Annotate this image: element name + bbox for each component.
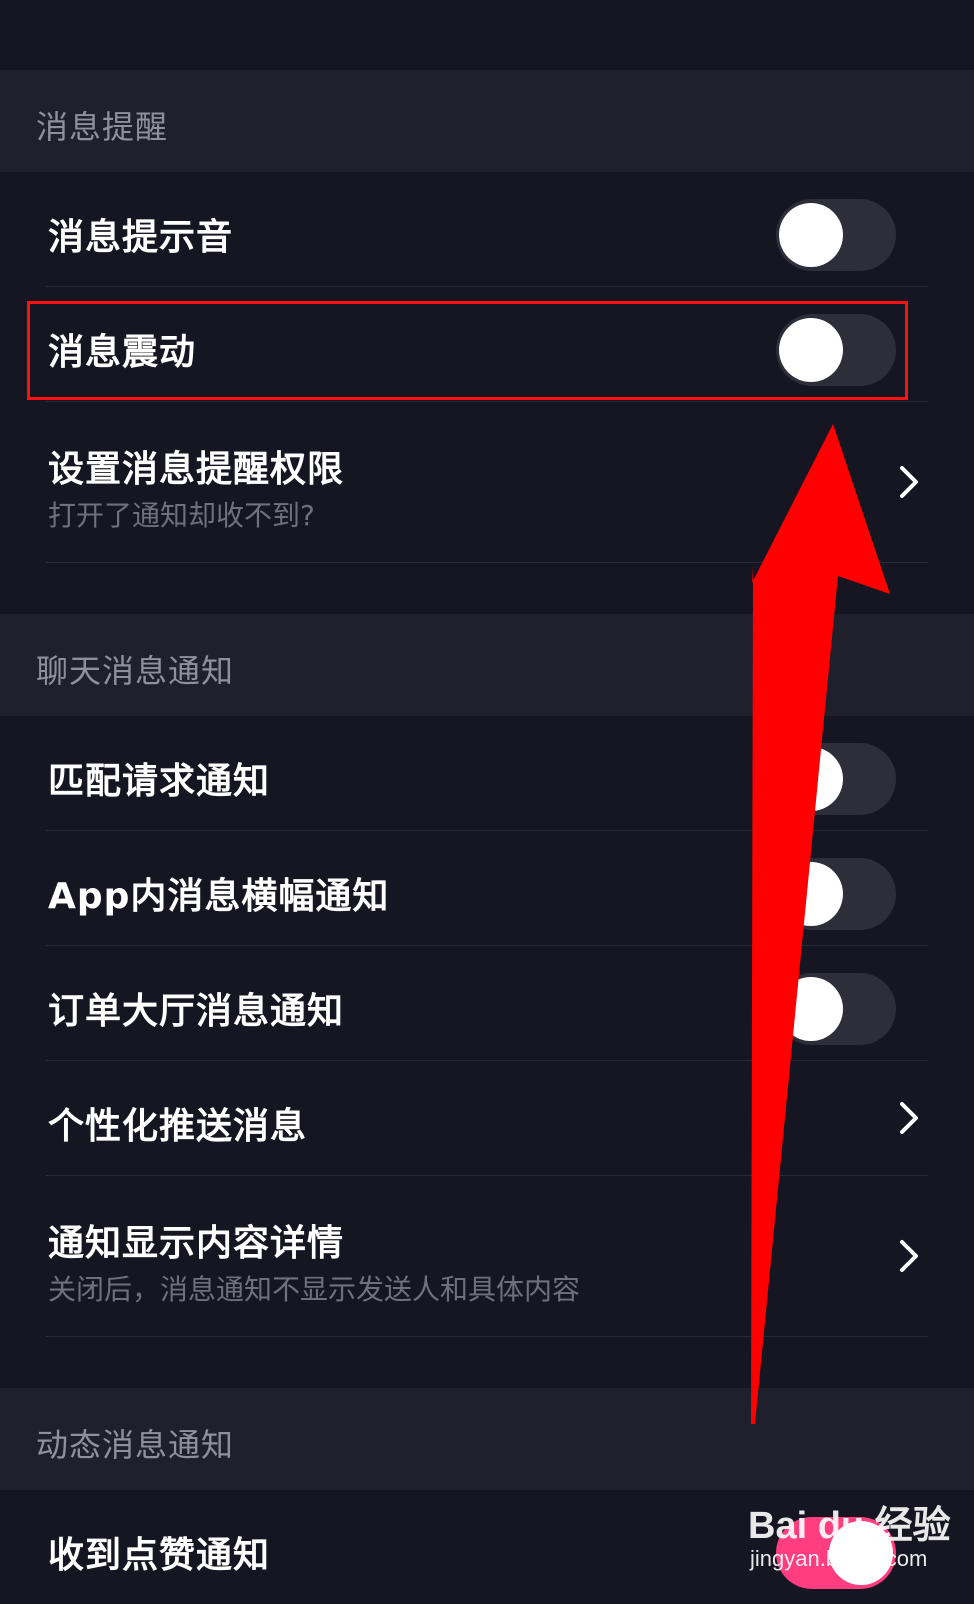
row-notification-detail[interactable]: 通知显示内容详情 关闭后，消息通知不显示发送人和具体内容 [0, 1176, 974, 1336]
row-title: 通知显示内容详情 [48, 1223, 345, 1264]
section-header-message-reminder: 消息提醒 [0, 70, 974, 172]
row-message-sound: 消息提示音 [0, 172, 974, 286]
match-request-toggle[interactable] [776, 743, 896, 815]
toggle-knob [829, 1521, 893, 1585]
toggle-knob [779, 747, 843, 811]
row-in-app-banner: App内消息横幅通知 [0, 831, 974, 945]
divider [46, 562, 928, 563]
row-title: 设置消息提醒权限 [48, 449, 345, 490]
toggle-knob [779, 203, 843, 267]
row-like-notification: 收到点赞通知 [0, 1490, 974, 1604]
divider [46, 1336, 928, 1337]
section-header-chat-notifications: 聊天消息通知 [0, 614, 974, 716]
row-subtitle: 打开了通知却收不到? [48, 499, 315, 532]
row-order-hall: 订单大厅消息通知 [0, 946, 974, 1060]
row-title: 订单大厅消息通知 [48, 991, 345, 1032]
message-vibrate-toggle[interactable] [776, 314, 896, 386]
order-hall-toggle[interactable] [776, 973, 896, 1045]
row-title: 消息震动 [48, 332, 197, 373]
row-title: 消息提示音 [48, 217, 234, 258]
chevron-right-icon [900, 466, 918, 498]
toggle-knob [779, 977, 843, 1041]
row-message-permission[interactable]: 设置消息提醒权限 打开了通知却收不到? [0, 402, 974, 562]
row-match-request: 匹配请求通知 [0, 716, 974, 830]
row-title: App内消息横幅通知 [48, 876, 390, 917]
section-title: 聊天消息通知 [36, 652, 235, 690]
toggle-knob [779, 318, 843, 382]
message-sound-toggle[interactable] [776, 199, 896, 271]
row-title: 收到点赞通知 [48, 1535, 271, 1576]
chevron-right-icon [900, 1240, 918, 1272]
row-personalized-push[interactable]: 个性化推送消息 [0, 1061, 974, 1175]
row-subtitle: 关闭后，消息通知不显示发送人和具体内容 [48, 1273, 581, 1306]
row-title: 匹配请求通知 [48, 761, 271, 802]
like-notification-toggle[interactable] [776, 1517, 896, 1589]
section-header-feed-notifications: 动态消息通知 [0, 1388, 974, 1490]
in-app-banner-toggle[interactable] [776, 858, 896, 930]
chevron-right-icon [900, 1102, 918, 1134]
row-message-vibrate: 消息震动 [0, 287, 974, 401]
section-title: 动态消息通知 [36, 1426, 235, 1464]
section-title: 消息提醒 [36, 108, 169, 146]
toggle-knob [779, 862, 843, 926]
row-title: 个性化推送消息 [48, 1106, 308, 1147]
